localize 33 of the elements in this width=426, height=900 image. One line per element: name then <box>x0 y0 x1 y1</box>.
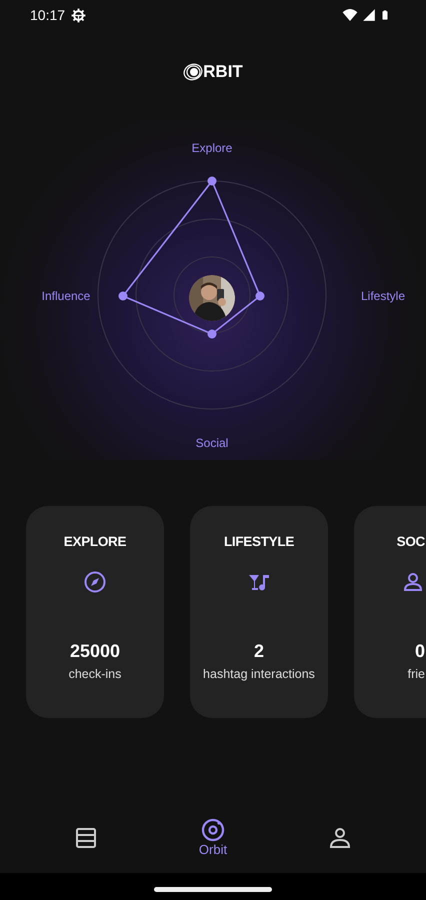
status-time: 10:17 <box>30 6 66 24</box>
orbit-icon <box>200 818 225 842</box>
compass-icon <box>83 570 107 594</box>
stat-card[interactable]: SOC 0 frie <box>354 506 426 718</box>
stat-card[interactable]: LIFESTYLE 2 hashtag interactions <box>190 506 328 718</box>
logo-text: RBIT <box>203 61 243 84</box>
nav-tab[interactable] <box>328 826 352 850</box>
stat-caption: frie <box>408 666 425 684</box>
axis-label: Social <box>196 436 228 450</box>
stat-caption: hashtag interactions <box>202 666 316 684</box>
card-title: SOC <box>396 533 425 551</box>
radar-point <box>208 176 216 186</box>
signal-icon <box>362 8 376 22</box>
radar-point <box>256 292 264 300</box>
radar-point <box>208 330 216 338</box>
radar-point <box>118 292 128 300</box>
card-title: LIFESTYLE <box>224 533 294 551</box>
axis-label: Explore <box>192 141 232 155</box>
gear-icon <box>71 8 86 22</box>
stat-card[interactable]: EXPLORE 25000 check-ins <box>26 506 164 718</box>
stat-value: 0 <box>414 640 425 664</box>
axis-label: Lifestyle <box>360 289 406 303</box>
nav-tab[interactable]: Orbit <box>198 818 228 858</box>
nav-tab[interactable] <box>74 826 98 850</box>
card-title: EXPLORE <box>64 533 126 551</box>
list-icon <box>74 826 98 850</box>
stat-caption: check-ins <box>68 666 122 684</box>
profile-icon <box>328 826 352 850</box>
axis-label: Influence <box>42 289 90 303</box>
stat-value: 2 <box>254 640 264 664</box>
wifi-icon <box>342 7 358 23</box>
stat-value: 25000 <box>70 640 120 664</box>
orbit-logo-icon <box>183 63 204 81</box>
